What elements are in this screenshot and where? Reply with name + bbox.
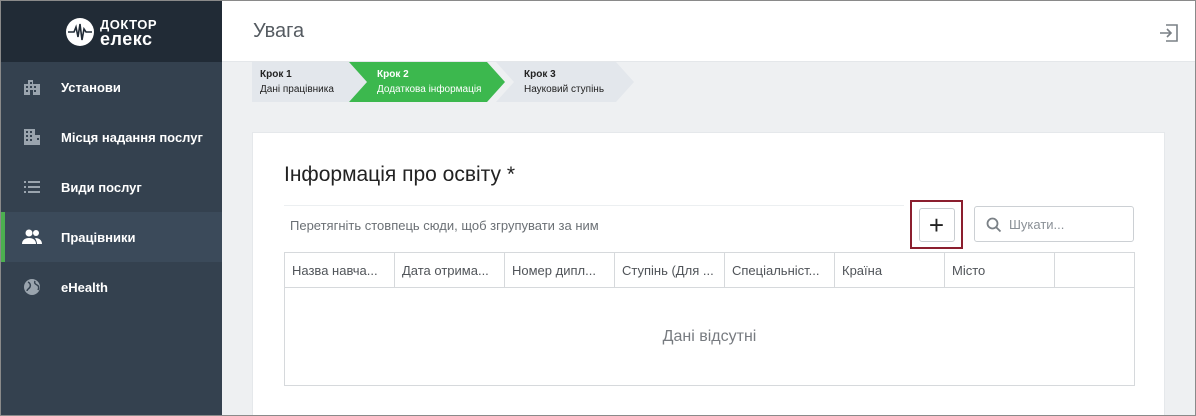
section-title: Інформація про освіту *	[284, 163, 516, 186]
sidebar-item-ehealth[interactable]: eHealth	[1, 262, 222, 312]
wizard-step-2[interactable]: Крок 2 Додаткова інформація	[349, 62, 507, 102]
globe-icon	[21, 276, 43, 298]
logo-line2: елекс	[99, 28, 153, 49]
page-title: Увага	[253, 20, 305, 42]
search-input[interactable]	[1009, 215, 1127, 233]
column-header-city[interactable]: Місто	[945, 253, 1055, 288]
sidebar-item-label: eHealth	[61, 279, 108, 295]
plus-icon: +	[918, 207, 955, 242]
wizard-step-3[interactable]: Крок 3 Науковий ступінь	[496, 62, 636, 102]
table-header: Назва навча... Дата отрима... Номер дипл…	[285, 253, 1134, 288]
logout-icon[interactable]	[1157, 21, 1181, 45]
building-icon	[21, 76, 43, 98]
group-panel[interactable]: Перетягніть стовпець сюди, щоб згрупуват…	[284, 205, 904, 245]
step-text: Дані працівника	[260, 84, 334, 95]
logo[interactable]: ДОКТОР елекс	[65, 17, 157, 49]
logo-bar: ДОКТОР елекс	[1, 1, 222, 62]
header: Увага	[222, 1, 1195, 62]
sidebar-item-employees[interactable]: Працівники	[1, 212, 222, 262]
column-header-specialty[interactable]: Спеціальніст...	[725, 253, 835, 288]
list-icon	[21, 176, 43, 198]
search-box[interactable]	[974, 206, 1134, 242]
step-text: Науковий ступінь	[524, 84, 605, 95]
main-content: Крок 1 Дані працівника Крок 2 Додаткова …	[222, 62, 1195, 415]
sidebar-item-label: Місця надання послуг	[61, 129, 203, 145]
step-text: Додаткова інформація	[377, 84, 482, 95]
column-header-institution[interactable]: Назва навча...	[285, 253, 395, 288]
group-hint: Перетягніть стовпець сюди, щоб згрупуват…	[290, 218, 599, 233]
column-header-diploma-number[interactable]: Номер дипл...	[505, 253, 615, 288]
wizard-step-3-label: Крок 3 Науковий ступінь	[524, 67, 604, 97]
sidebar: ДОКТОР елекс Установи Місця надання посл…	[1, 1, 222, 415]
wizard-step-1-label: Крок 1 Дані працівника	[260, 67, 334, 97]
education-card: Інформація про освіту * Перетягніть стов…	[252, 132, 1165, 415]
empty-state: Дані відсутні	[662, 327, 757, 345]
search-icon	[985, 216, 1003, 234]
office-building-icon	[21, 126, 43, 148]
sidebar-item-ustanovy[interactable]: Установи	[1, 62, 222, 112]
app-window: ДОКТОР елекс Установи Місця надання посл…	[0, 0, 1196, 416]
add-row-button[interactable]: +	[910, 200, 963, 249]
sidebar-item-service-types[interactable]: Види послуг	[1, 162, 222, 212]
sidebar-item-label: Установи	[61, 79, 121, 95]
step-number: Крок 2	[377, 69, 409, 80]
logo-pulse-icon	[65, 17, 94, 46]
sidebar-item-label: Працівники	[61, 229, 136, 245]
wizard-step-2-label: Крок 2 Додаткова інформація	[377, 67, 481, 97]
column-header-country[interactable]: Країна	[835, 253, 945, 288]
logo-text: ДОКТОР елекс	[99, 17, 157, 49]
column-header-actions	[1055, 253, 1134, 288]
sidebar-item-service-places[interactable]: Місця надання послуг	[1, 112, 222, 162]
column-header-date[interactable]: Дата отрима...	[395, 253, 505, 288]
step-number: Крок 1	[260, 69, 292, 80]
sidebar-item-label: Види послуг	[61, 179, 142, 195]
education-table: Назва навча... Дата отрима... Номер дипл…	[284, 252, 1135, 386]
people-icon	[21, 226, 43, 248]
column-header-degree[interactable]: Ступінь (Для ...	[615, 253, 725, 288]
step-number: Крок 3	[524, 69, 556, 80]
